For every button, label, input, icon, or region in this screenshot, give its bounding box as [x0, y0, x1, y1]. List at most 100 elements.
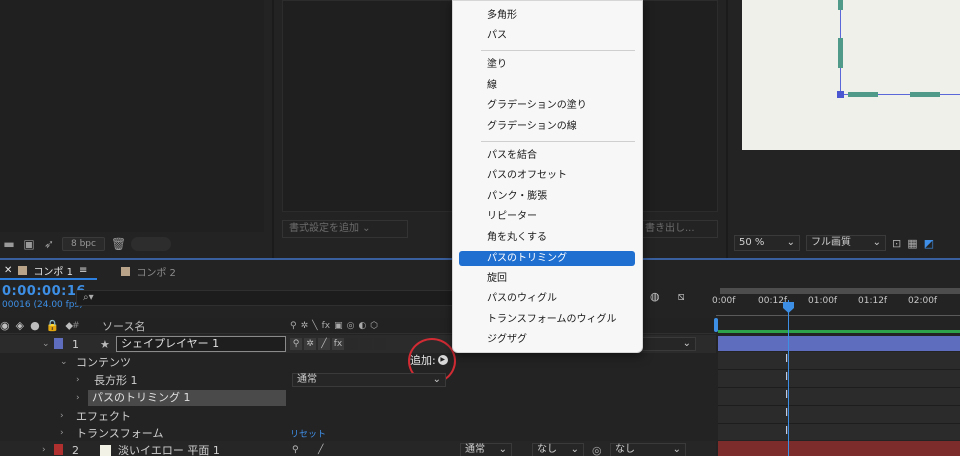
quality-switch[interactable]: ╱ [318, 445, 323, 455]
transparency-grid-icon[interactable]: ▦ [907, 237, 917, 250]
solid-swatch-icon [100, 445, 111, 456]
menu-item-pucker-bloat[interactable]: パンク・膨張 [459, 189, 635, 204]
chevron-right-icon[interactable]: › [42, 445, 46, 455]
chevron-right-icon[interactable]: › [76, 375, 80, 385]
tab-comp-1[interactable]: ✕ コンポ 1 ≡ [0, 262, 98, 280]
zoom-dropdown[interactable]: 50 % ⌄ [734, 235, 800, 251]
collapse-switch[interactable]: ✲ [304, 338, 316, 350]
frame-rate-readout: 00016 (24.00 fps) [2, 300, 83, 310]
blend-mode-value: 通常 [465, 444, 485, 455]
blend-mode-dropdown[interactable]: 通常 ⌄ [460, 443, 512, 456]
motion-blur-icon[interactable]: ◍ [650, 290, 660, 304]
add-format-button[interactable]: 書式設定を追加 ⌄ [282, 220, 408, 238]
trim-paths-row[interactable]: › パスのトリミング 1 [0, 389, 716, 407]
layer-name-field[interactable]: シェイプレイヤー 1 [116, 336, 286, 352]
effects-row[interactable]: › エフェクト [0, 407, 716, 425]
chevron-down-icon[interactable]: ⌄ [60, 357, 68, 367]
resolution-value: フル画質 [811, 237, 851, 248]
menu-item-trim-paths[interactable]: パスのトリミング [459, 251, 635, 266]
shy-switch[interactable]: ⚲ [292, 445, 299, 455]
av-features-header: ◉ ◈ ● 🔒 ⬥ [0, 319, 73, 333]
layer-number: 2 [72, 443, 79, 456]
ruler-label: 01:00f [808, 296, 838, 306]
contents-row[interactable]: ⌄ コンテンツ [0, 353, 716, 371]
bit-depth-button[interactable]: 8 bpc [62, 237, 105, 251]
switch-cell[interactable] [374, 338, 386, 350]
fx-switch[interactable]: fx [332, 338, 344, 350]
thumbnail-slider[interactable] [130, 237, 171, 251]
dash-segment [838, 0, 843, 10]
graph-editor-icon[interactable]: ⧅ [678, 290, 685, 304]
chevron-right-icon[interactable]: › [76, 393, 80, 403]
layer-name[interactable]: 淡いイエロー 平面 1 [118, 442, 220, 456]
reset-link[interactable]: リセット [290, 427, 326, 440]
blend-mode-dropdown[interactable]: 通常 ⌄ [292, 373, 446, 387]
new-composition-icon[interactable]: ▣ [22, 237, 36, 251]
rectangle-row[interactable]: › 長方形 1 通常 ⌄ [0, 371, 716, 389]
dash-segment [838, 38, 843, 68]
menu-item-wiggle-paths[interactable]: パスのウィグル [459, 291, 635, 306]
chevron-down-icon[interactable]: ⌄ [42, 339, 50, 349]
dash-segment [848, 92, 878, 97]
solo-icon: ● [30, 319, 40, 332]
track-divider [718, 423, 960, 424]
composition-canvas[interactable] [742, 0, 960, 150]
snapshot-icon[interactable]: ⊡ [892, 237, 901, 250]
menu-item-twist[interactable]: 旋回 [459, 271, 635, 286]
menu-item-zig-zag[interactable]: ジグザグ [459, 332, 635, 347]
menu-item-path[interactable]: パス [459, 28, 635, 43]
track-matte-dropdown[interactable]: なし ⌄ [532, 443, 584, 456]
pickwhip-icon[interactable]: ◎ [592, 444, 602, 456]
menu-item-polystar[interactable]: 多角形 [459, 8, 635, 23]
layer-label-color[interactable] [54, 338, 63, 349]
layer-duration-bar-solid[interactable] [718, 441, 960, 456]
resolution-dropdown[interactable]: フル画質 ⌄ [806, 235, 886, 251]
layer-search-input[interactable]: ⌕▾ [76, 290, 454, 306]
layer-duration-bar-shape[interactable] [718, 336, 960, 351]
menu-item-offset-paths[interactable]: パスのオフセット [459, 168, 635, 183]
menu-item-gradient-fill[interactable]: グラデーションの塗り [459, 98, 635, 113]
path-vertex[interactable] [837, 91, 844, 98]
close-icon[interactable]: ✕ [4, 265, 12, 276]
shy-switch[interactable]: ⚲ [290, 338, 302, 350]
layer-mode-dropdown[interactable]: ⌄ [640, 337, 696, 351]
lock-icon: 🔒 [45, 319, 60, 332]
parent-dropdown[interactable]: なし ⌄ [610, 443, 686, 456]
collapse-icon: ✲ [300, 320, 309, 331]
menu-item-round-corners[interactable]: 角を丸くする [459, 230, 635, 245]
timeline-tabs: ✕ コンポ 1 ≡ コンポ 2 [0, 262, 186, 280]
mask-visibility-icon[interactable]: ◩ [924, 237, 934, 250]
layer-row-solid[interactable]: › 2 淡いイエロー 平面 1 ⚲ ╱ 通常 ⌄ なし ⌄ ◎ なし ⌄ [0, 441, 716, 456]
trim-paths-label[interactable]: パスのトリミング 1 [88, 390, 286, 406]
eye-icon: ◉ [0, 319, 10, 332]
menu-item-repeater[interactable]: リピーター [459, 209, 635, 224]
fx-icon: fx [321, 320, 331, 331]
chevron-right-icon[interactable]: › [60, 428, 64, 438]
tab-comp-2[interactable]: コンポ 2 [117, 262, 186, 280]
blend-mode-value: 通常 [297, 374, 317, 385]
source-name-header[interactable]: ソース名 [102, 318, 145, 334]
playhead-line[interactable] [788, 300, 789, 456]
transform-row[interactable]: › トランスフォーム リセット [0, 424, 716, 442]
work-area-bar[interactable] [720, 288, 960, 294]
menu-item-stroke[interactable]: 線 [459, 78, 635, 93]
track-matte-value: なし [537, 444, 557, 455]
menu-icon[interactable]: ≡ [79, 265, 87, 276]
switch-cell[interactable] [360, 338, 372, 350]
folder-icon[interactable]: ▬ [2, 237, 16, 251]
menu-item-fill[interactable]: 塗り [459, 57, 635, 72]
switch-cell[interactable] [346, 338, 358, 350]
menu-item-wiggle-transform[interactable]: トランスフォームのウィグル [459, 312, 635, 327]
trash-icon[interactable]: 🗑 [111, 237, 126, 251]
chevron-right-icon[interactable]: › [60, 411, 64, 421]
menu-item-merge-paths[interactable]: パスを結合 [459, 148, 635, 163]
flowchart-icon[interactable]: ➶ [42, 237, 56, 251]
project-list-area[interactable] [0, 0, 264, 232]
menu-item-gradient-stroke[interactable]: グラデーションの線 [459, 119, 635, 134]
track-divider [718, 405, 960, 406]
export-button[interactable]: 書き出し... [640, 220, 718, 238]
layer-label-color[interactable] [54, 444, 63, 455]
quality-switch[interactable]: ╱ [318, 338, 330, 350]
current-timecode[interactable]: 0:00:00:16 [2, 284, 86, 299]
chevron-down-icon: ⌄ [498, 444, 507, 455]
